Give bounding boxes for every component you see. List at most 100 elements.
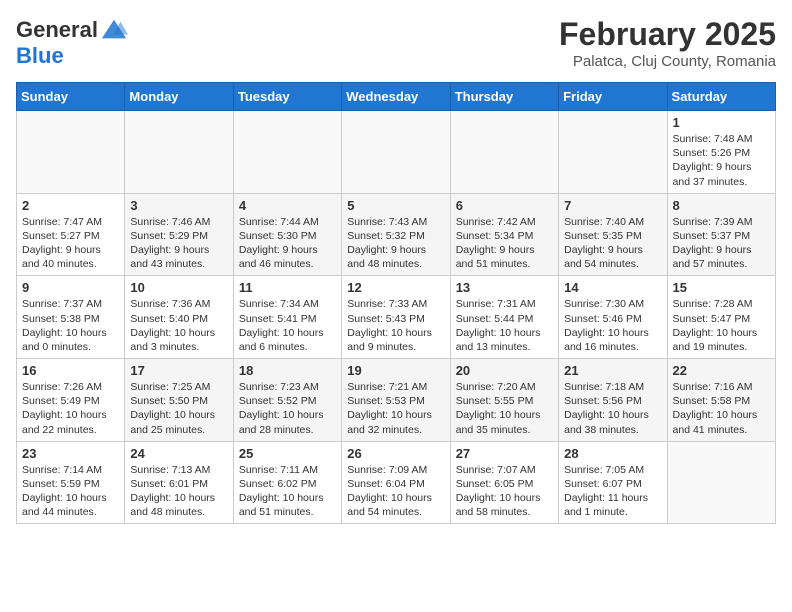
day-number: 16 — [22, 363, 119, 378]
day-number: 18 — [239, 363, 336, 378]
day-info: Sunrise: 7:09 AM Sunset: 6:04 PM Dayligh… — [347, 463, 444, 520]
day-info: Sunrise: 7:48 AM Sunset: 5:26 PM Dayligh… — [673, 132, 770, 189]
day-info: Sunrise: 7:25 AM Sunset: 5:50 PM Dayligh… — [130, 380, 227, 437]
calendar-cell: 20 Sunrise: 7:20 AM Sunset: 5:55 PM Dayli… — [450, 359, 558, 442]
day-number: 1 — [673, 115, 770, 130]
day-number: 28 — [564, 446, 661, 461]
calendar-cell — [125, 111, 233, 194]
day-number: 11 — [239, 280, 336, 295]
day-number: 6 — [456, 198, 553, 213]
day-number: 5 — [347, 198, 444, 213]
month-year: February 2025 — [559, 16, 776, 53]
day-number: 24 — [130, 446, 227, 461]
day-number: 25 — [239, 446, 336, 461]
location: Palatca, Cluj County, Romania — [559, 53, 776, 70]
day-number: 15 — [673, 280, 770, 295]
day-number: 2 — [22, 198, 119, 213]
weekday-header-tuesday: Tuesday — [233, 83, 341, 111]
calendar-cell: 3 Sunrise: 7:46 AM Sunset: 5:29 PM Daylig… — [125, 193, 233, 276]
week-row-3: 9 Sunrise: 7:37 AM Sunset: 5:38 PM Daylig… — [17, 276, 776, 359]
day-info: Sunrise: 7:11 AM Sunset: 6:02 PM Dayligh… — [239, 463, 336, 520]
day-number: 17 — [130, 363, 227, 378]
calendar-cell: 28Sunrise: 7:05 AM Sunset: 6:07 PM Dayli… — [559, 441, 667, 524]
page-header: General Blue February 2025 Palatca, Cluj… — [16, 16, 776, 70]
calendar-cell: 15Sunrise: 7:28 AM Sunset: 5:47 PM Dayli… — [667, 276, 775, 359]
calendar-cell: 17 Sunrise: 7:25 AM Sunset: 5:50 PM Dayli… — [125, 359, 233, 442]
calendar-cell: 6 Sunrise: 7:42 AM Sunset: 5:34 PM Daylig… — [450, 193, 558, 276]
day-info: Sunrise: 7:16 AM Sunset: 5:58 PM Dayligh… — [673, 380, 770, 437]
day-number: 26 — [347, 446, 444, 461]
calendar-table: SundayMondayTuesdayWednesdayThursdayFrid… — [16, 82, 776, 524]
calendar-cell — [559, 111, 667, 194]
day-number: 4 — [239, 198, 336, 213]
calendar-cell — [233, 111, 341, 194]
day-number: 14 — [564, 280, 661, 295]
day-info: Sunrise: 7:30 AM Sunset: 5:46 PM Dayligh… — [564, 297, 661, 354]
day-info: Sunrise: 7:18 AM Sunset: 5:56 PM Dayligh… — [564, 380, 661, 437]
day-number: 22 — [673, 363, 770, 378]
day-info: Sunrise: 7:36 AM Sunset: 5:40 PM Dayligh… — [130, 297, 227, 354]
logo-icon — [100, 16, 128, 44]
day-info: Sunrise: 7:13 AM Sunset: 6:01 PM Dayligh… — [130, 463, 227, 520]
weekday-header-wednesday: Wednesday — [342, 83, 450, 111]
calendar-cell — [342, 111, 450, 194]
day-info: Sunrise: 7:20 AM Sunset: 5:55 PM Dayligh… — [456, 380, 553, 437]
calendar-cell: 9 Sunrise: 7:37 AM Sunset: 5:38 PM Daylig… — [17, 276, 125, 359]
calendar-cell: 19Sunrise: 7:21 AM Sunset: 5:53 PM Dayli… — [342, 359, 450, 442]
calendar-cell: 16 Sunrise: 7:26 AM Sunset: 5:49 PM Dayli… — [17, 359, 125, 442]
calendar-cell: 26 Sunrise: 7:09 AM Sunset: 6:04 PM Dayli… — [342, 441, 450, 524]
calendar-cell: 5 Sunrise: 7:43 AM Sunset: 5:32 PM Daylig… — [342, 193, 450, 276]
day-number: 19 — [347, 363, 444, 378]
weekday-header-thursday: Thursday — [450, 83, 558, 111]
title-block: February 2025 Palatca, Cluj County, Roma… — [559, 16, 776, 70]
calendar-cell: 27 Sunrise: 7:07 AM Sunset: 6:05 PM Dayli… — [450, 441, 558, 524]
logo: General Blue — [16, 16, 128, 68]
day-number: 3 — [130, 198, 227, 213]
calendar-cell — [450, 111, 558, 194]
day-number: 23 — [22, 446, 119, 461]
calendar-cell: 18Sunrise: 7:23 AM Sunset: 5:52 PM Dayli… — [233, 359, 341, 442]
calendar-cell: 8Sunrise: 7:39 AM Sunset: 5:37 PM Daylig… — [667, 193, 775, 276]
calendar-cell: 22 Sunrise: 7:16 AM Sunset: 5:58 PM Dayli… — [667, 359, 775, 442]
weekday-header-saturday: Saturday — [667, 83, 775, 111]
day-number: 8 — [673, 198, 770, 213]
calendar-cell: 7 Sunrise: 7:40 AM Sunset: 5:35 PM Daylig… — [559, 193, 667, 276]
day-number: 7 — [564, 198, 661, 213]
week-row-4: 16 Sunrise: 7:26 AM Sunset: 5:49 PM Dayli… — [17, 359, 776, 442]
day-info: Sunrise: 7:31 AM Sunset: 5:44 PM Dayligh… — [456, 297, 553, 354]
calendar-cell: 21 Sunrise: 7:18 AM Sunset: 5:56 PM Dayli… — [559, 359, 667, 442]
day-number: 13 — [456, 280, 553, 295]
calendar-cell: 13 Sunrise: 7:31 AM Sunset: 5:44 PM Dayli… — [450, 276, 558, 359]
calendar-cell: 12 Sunrise: 7:33 AM Sunset: 5:43 PM Dayli… — [342, 276, 450, 359]
logo-general: General — [16, 18, 98, 42]
day-info: Sunrise: 7:07 AM Sunset: 6:05 PM Dayligh… — [456, 463, 553, 520]
calendar-cell: 23Sunrise: 7:14 AM Sunset: 5:59 PM Dayli… — [17, 441, 125, 524]
day-number: 27 — [456, 446, 553, 461]
day-info: Sunrise: 7:33 AM Sunset: 5:43 PM Dayligh… — [347, 297, 444, 354]
day-number: 20 — [456, 363, 553, 378]
day-info: Sunrise: 7:26 AM Sunset: 5:49 PM Dayligh… — [22, 380, 119, 437]
day-info: Sunrise: 7:46 AM Sunset: 5:29 PM Dayligh… — [130, 215, 227, 272]
day-number: 9 — [22, 280, 119, 295]
day-number: 21 — [564, 363, 661, 378]
day-info: Sunrise: 7:42 AM Sunset: 5:34 PM Dayligh… — [456, 215, 553, 272]
calendar-cell: 10Sunrise: 7:36 AM Sunset: 5:40 PM Dayli… — [125, 276, 233, 359]
week-row-1: 1 Sunrise: 7:48 AM Sunset: 5:26 PM Daylig… — [17, 111, 776, 194]
calendar-cell: 11Sunrise: 7:34 AM Sunset: 5:41 PM Dayli… — [233, 276, 341, 359]
calendar-cell: 1 Sunrise: 7:48 AM Sunset: 5:26 PM Daylig… — [667, 111, 775, 194]
weekday-header-sunday: Sunday — [17, 83, 125, 111]
day-number: 12 — [347, 280, 444, 295]
weekday-header-friday: Friday — [559, 83, 667, 111]
weekday-header-monday: Monday — [125, 83, 233, 111]
day-info: Sunrise: 7:37 AM Sunset: 5:38 PM Dayligh… — [22, 297, 119, 354]
day-info: Sunrise: 7:44 AM Sunset: 5:30 PM Dayligh… — [239, 215, 336, 272]
day-info: Sunrise: 7:40 AM Sunset: 5:35 PM Dayligh… — [564, 215, 661, 272]
calendar-cell — [17, 111, 125, 194]
day-info: Sunrise: 7:43 AM Sunset: 5:32 PM Dayligh… — [347, 215, 444, 272]
calendar-cell: 24 Sunrise: 7:13 AM Sunset: 6:01 PM Dayli… — [125, 441, 233, 524]
week-row-2: 2Sunrise: 7:47 AM Sunset: 5:27 PM Daylig… — [17, 193, 776, 276]
calendar-cell: 2Sunrise: 7:47 AM Sunset: 5:27 PM Daylig… — [17, 193, 125, 276]
logo-blue: Blue — [16, 44, 128, 68]
week-row-5: 23Sunrise: 7:14 AM Sunset: 5:59 PM Dayli… — [17, 441, 776, 524]
calendar-cell: 14 Sunrise: 7:30 AM Sunset: 5:46 PM Dayli… — [559, 276, 667, 359]
